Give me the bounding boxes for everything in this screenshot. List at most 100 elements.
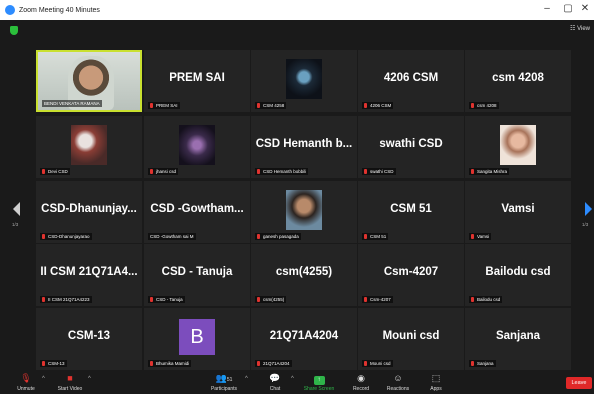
participant-tile[interactable]: B Bhumika Mamidi xyxy=(144,308,250,370)
participant-display-name: csm 4208 xyxy=(492,72,544,84)
next-page-arrow-icon[interactable] xyxy=(585,202,592,216)
start-video-label: Start Video xyxy=(57,386,83,392)
participant-label: Sanjana xyxy=(469,360,496,367)
participant-label: Bhumika Mamidi xyxy=(148,360,192,367)
view-button[interactable]: ☷ View xyxy=(570,25,590,32)
participant-tile[interactable]: jhansi csd xyxy=(144,116,250,178)
participant-tile[interactable]: Vamsi Vamsi xyxy=(465,181,571,243)
record-button[interactable]: ◉ Record xyxy=(341,373,381,392)
participant-display-name: Sanjana xyxy=(495,330,541,342)
window-title: Zoom Meeting 40 Minutes xyxy=(19,6,100,14)
participant-label-text: Mouni csd xyxy=(370,361,391,366)
participant-label-text: CSD Hemanth bobbili xyxy=(263,169,307,174)
previous-page-arrow-icon[interactable] xyxy=(13,202,20,216)
apps-button[interactable]: ⬚ Apps xyxy=(416,373,456,392)
participant-label: 4206 CSM xyxy=(362,102,394,109)
participant-tile[interactable]: II CSM 21Q71A4... II CSM 21Q71A4223 xyxy=(36,244,142,306)
participant-tile[interactable]: Mouni csd Mouni csd xyxy=(358,308,464,370)
participant-label: Sangita Mishra xyxy=(469,168,510,175)
participant-display-name: 4206 CSM xyxy=(383,72,439,84)
participant-display-name: Vamsi xyxy=(501,203,535,215)
participant-display-name: CSM 51 xyxy=(390,203,432,215)
close-icon[interactable]: ✕ xyxy=(578,3,592,14)
leave-button[interactable]: Leave xyxy=(566,377,592,389)
participant-label: jhansi csd xyxy=(148,168,179,175)
participant-tile[interactable]: BENDI VENKATA RAMANA xyxy=(36,50,142,112)
participant-tile[interactable]: Csm-4207 Csm-4207 xyxy=(358,244,464,306)
participant-tile[interactable]: 4206 CSM 4206 CSM xyxy=(358,50,464,112)
participants-options-caret-icon[interactable]: ^ xyxy=(245,376,248,382)
video-options-caret-icon[interactable]: ^ xyxy=(88,376,91,382)
mic-muted-icon xyxy=(150,169,153,174)
participant-tile[interactable]: PREM SAI PREM SAI xyxy=(144,50,250,112)
unmute-label: Unmute xyxy=(17,386,35,392)
participant-display-name: Mouni csd xyxy=(382,330,440,342)
mic-muted-icon xyxy=(364,103,367,108)
reactions-button[interactable]: ☺ Reactions xyxy=(378,373,418,392)
record-icon: ◉ xyxy=(357,373,365,383)
participant-tile[interactable]: CSM-13 CSM-13 xyxy=(36,308,142,370)
participant-tile[interactable]: Sangita Mishra xyxy=(465,116,571,178)
mic-muted-icon xyxy=(257,169,260,174)
participant-tile[interactable]: 21Q71A4204 21Q71A4204 xyxy=(251,308,357,370)
participant-display-name: Bailodu csd xyxy=(485,266,551,278)
mic-muted-icon xyxy=(150,297,153,302)
participant-display-name: CSD Hemanth b... xyxy=(255,138,353,150)
mic-muted-icon xyxy=(42,361,45,366)
participant-tile[interactable]: CSD Hemanth b... CSD Hemanth bobbili xyxy=(251,116,357,178)
participant-tile[interactable]: CSM 4258 xyxy=(251,50,357,112)
participant-tile[interactable]: Bailodu csd Bailodu csd xyxy=(465,244,571,306)
mic-muted-icon xyxy=(42,169,45,174)
start-video-button[interactable]: ■ Start Video xyxy=(50,373,90,392)
record-label: Record xyxy=(352,386,370,392)
participant-tile[interactable]: CSD - Tanuja CSD - Tanuja xyxy=(144,244,250,306)
reactions-icon: ☺ xyxy=(393,373,403,383)
security-shield-icon[interactable] xyxy=(10,26,18,35)
participant-label: Bailodu csd xyxy=(469,296,503,303)
unmute-button[interactable]: 🎙 Unmute xyxy=(6,373,46,392)
chat-button[interactable]: 💬 Chat xyxy=(255,373,295,392)
participant-profile-picture xyxy=(71,125,107,165)
participant-label: CSD - Tanuja xyxy=(148,296,185,303)
participant-label-text: jhansi csd xyxy=(156,169,177,174)
participant-label-text: CSD-Dhanunjayarao xyxy=(48,234,90,239)
participant-label: CSM 4258 xyxy=(255,102,287,109)
participant-label: CSD Hemanth bobbili xyxy=(255,168,309,175)
participant-tile[interactable]: swathi CSD swathi CSD xyxy=(358,116,464,178)
participant-label: swathi CSD xyxy=(362,168,396,175)
participants-icon: 👥51 xyxy=(215,373,233,383)
chat-icon: 💬 xyxy=(269,373,281,383)
maximize-icon[interactable]: ▢ xyxy=(561,3,575,14)
participant-tile[interactable]: CSD -Gowtham... CSD -Gowtham sai M xyxy=(144,181,250,243)
mic-muted-icon xyxy=(364,297,367,302)
participant-tile[interactable]: CSM 51 CSM 51 xyxy=(358,181,464,243)
page-indicator-left: 1/3 xyxy=(12,222,19,227)
participant-tile[interactable]: Devi CSD xyxy=(36,116,142,178)
chat-options-caret-icon[interactable]: ^ xyxy=(291,376,294,382)
mic-muted-icon xyxy=(42,297,45,302)
participant-label: BENDI VENKATA RAMANA xyxy=(42,100,102,107)
mic-muted-icon xyxy=(471,103,474,108)
participant-tile[interactable]: csm(4255) csm(4255) xyxy=(251,244,357,306)
participant-label: CSD-Dhanunjayarao xyxy=(40,233,92,240)
participant-display-name: II CSM 21Q71A4... xyxy=(40,266,138,278)
minimize-icon[interactable]: – xyxy=(540,3,554,14)
mic-muted-icon: 🎙 xyxy=(20,373,32,383)
participant-label-text: CSM 51 xyxy=(370,234,387,239)
participant-tile[interactable]: CSD-Dhanunjay... CSD-Dhanunjayarao xyxy=(36,181,142,243)
participant-label-text: Sangita Mishra xyxy=(477,169,508,174)
share-screen-button[interactable]: ↑ Share Screen xyxy=(299,373,339,392)
participant-tile[interactable]: ganesh pasagada xyxy=(251,181,357,243)
audio-options-caret-icon[interactable]: ^ xyxy=(42,376,45,382)
participant-label-text: 4206 CSM xyxy=(370,103,392,108)
participant-label: ganesh pasagada xyxy=(255,233,301,240)
participant-tile[interactable]: Sanjana Sanjana xyxy=(465,308,571,370)
mic-muted-icon xyxy=(471,361,474,366)
participant-label: csm 4208 xyxy=(469,102,499,109)
participant-label-text: II CSM 21Q71A4223 xyxy=(48,297,90,302)
participants-button[interactable]: 👥51 Participants xyxy=(204,373,244,392)
participant-label-text: Vamsi xyxy=(477,234,490,239)
meeting-toolbar: 🎙 Unmute ^ ■ Start Video ^ 👥51 Participa… xyxy=(0,370,594,394)
participant-display-name: CSD-Dhanunjay... xyxy=(41,203,137,215)
participant-tile[interactable]: csm 4208 csm 4208 xyxy=(465,50,571,112)
